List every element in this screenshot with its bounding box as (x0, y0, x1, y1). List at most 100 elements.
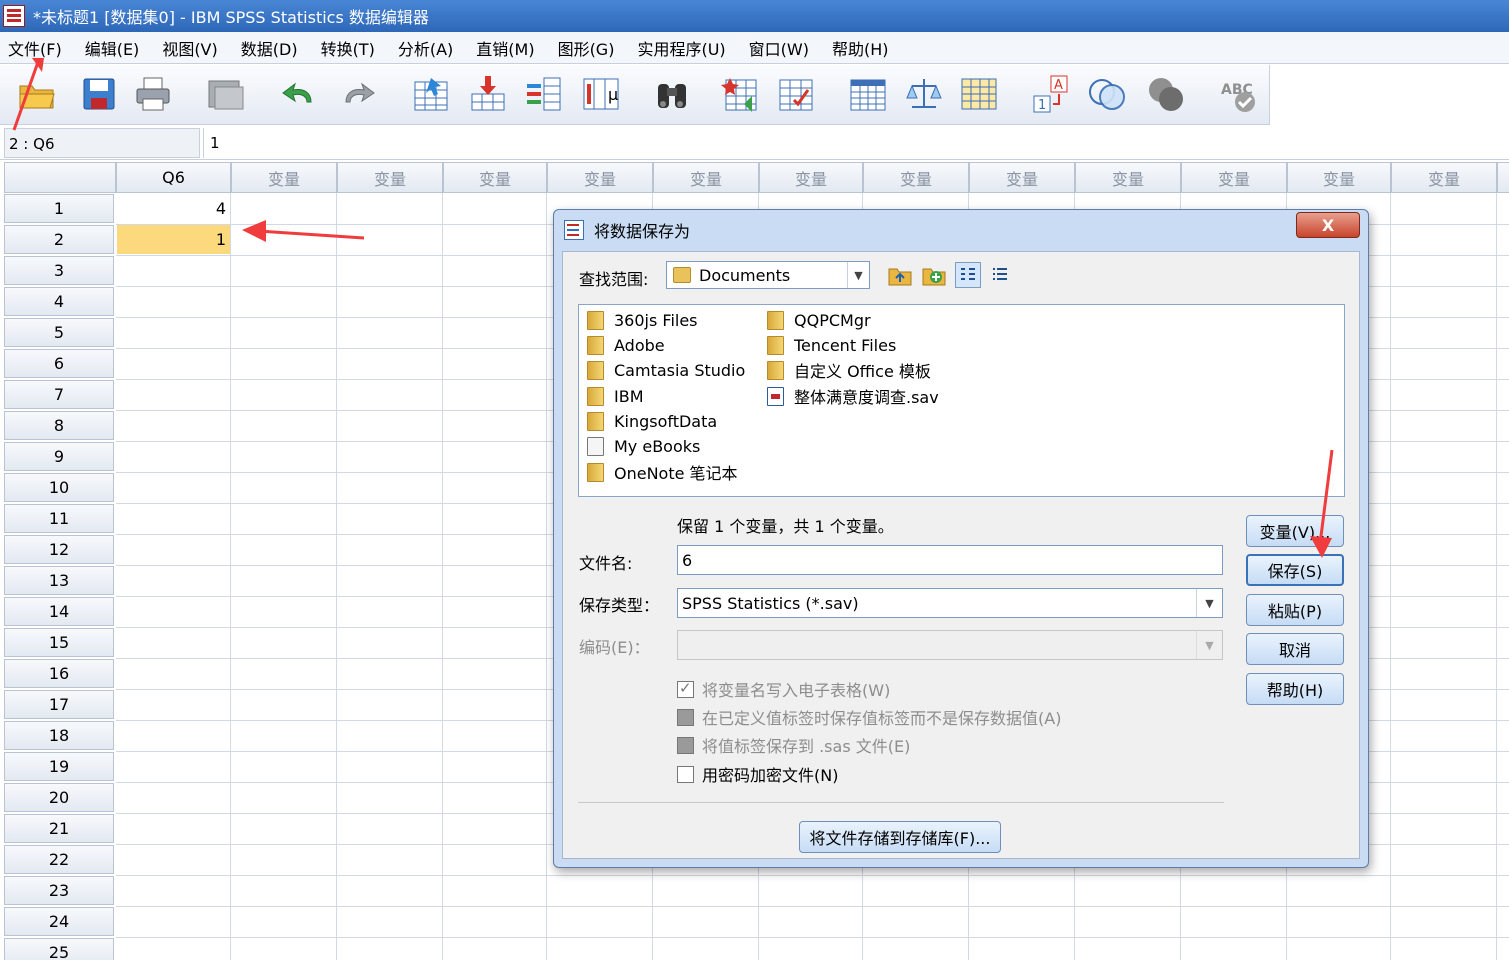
row-header[interactable]: 4 (4, 287, 114, 316)
close-button[interactable]: X (1296, 212, 1360, 238)
row-header[interactable]: 25 (4, 938, 114, 960)
look-in-select[interactable]: Documents ▼ (666, 261, 870, 289)
column-header-var[interactable]: 变量 (337, 162, 443, 193)
spell-check-icon[interactable]: ABC (1218, 73, 1260, 115)
list-item[interactable]: OneNote 笔记本 (587, 460, 738, 484)
row-header[interactable]: 17 (4, 690, 114, 719)
list-item[interactable]: IBM (587, 384, 644, 408)
row-header[interactable]: 12 (4, 535, 114, 564)
list-item[interactable]: Adobe (587, 333, 665, 357)
cancel-button[interactable]: 取消 (1246, 633, 1344, 665)
row-header[interactable]: 13 (4, 566, 114, 595)
dialog-recall-icon[interactable] (205, 73, 247, 115)
column-header-var[interactable]: 变量 (759, 162, 863, 193)
insert-cases-icon[interactable] (719, 73, 761, 115)
goto-case-icon[interactable] (410, 73, 452, 115)
column-header-var[interactable]: 变量 (1075, 162, 1181, 193)
row-header[interactable]: 10 (4, 473, 114, 502)
menu-direct-marketing[interactable]: 直销(M) (468, 36, 547, 60)
data-cell-selected[interactable]: 1 (117, 225, 230, 254)
checkbox-unchecked[interactable] (677, 765, 694, 783)
show-all-variables-icon[interactable] (1145, 73, 1187, 115)
paste-button[interactable]: 粘贴(P) (1246, 594, 1344, 626)
menu-transform[interactable]: 转换(T) (313, 36, 388, 60)
row-header[interactable]: 3 (4, 256, 114, 285)
cell-value-input[interactable]: 1 (203, 128, 1503, 158)
row-header[interactable]: 22 (4, 845, 114, 874)
variables-icon[interactable] (523, 73, 565, 115)
list-item[interactable]: 360js Files (587, 308, 698, 332)
file-list[interactable]: 360js Files Adobe Camtasia Studio IBM Ki… (578, 304, 1345, 497)
column-header-var[interactable]: 变量 (1287, 162, 1391, 193)
menu-view[interactable]: 视图(V) (154, 36, 230, 60)
menu-edit[interactable]: 编辑(E) (77, 36, 153, 60)
split-file-icon[interactable] (847, 73, 889, 115)
row-header[interactable]: 9 (4, 442, 114, 471)
save-icon[interactable] (78, 73, 120, 115)
list-item[interactable]: Tencent Files (767, 333, 896, 357)
row-header[interactable]: 5 (4, 318, 114, 347)
save-type-select[interactable]: SPSS Statistics (*.sav) ▼ (677, 588, 1223, 618)
row-header[interactable]: 6 (4, 349, 114, 378)
list-view-icon[interactable] (955, 262, 981, 288)
list-item[interactable]: 整体满意度调查.sav (767, 384, 939, 408)
chevron-down-icon[interactable]: ▼ (847, 262, 869, 288)
column-header-var[interactable]: 变量 (863, 162, 969, 193)
filename-input[interactable]: 6 (677, 545, 1223, 575)
row-header[interactable]: 2 (4, 225, 114, 254)
new-folder-icon[interactable] (921, 262, 947, 288)
row-header[interactable]: 21 (4, 814, 114, 843)
row-header[interactable]: 16 (4, 659, 114, 688)
row-header[interactable]: 24 (4, 907, 114, 936)
row-header[interactable]: 15 (4, 628, 114, 657)
use-variable-sets-icon[interactable] (1086, 73, 1128, 115)
column-header-var[interactable]: 变量 (1181, 162, 1287, 193)
menu-graphs[interactable]: 图形(G) (550, 36, 628, 60)
row-header[interactable]: 14 (4, 597, 114, 626)
data-cell[interactable]: 4 (117, 194, 230, 223)
row-header[interactable]: 7 (4, 380, 114, 409)
list-item[interactable]: Camtasia Studio (587, 358, 745, 382)
help-button[interactable]: 帮助(H) (1246, 673, 1344, 705)
menu-data[interactable]: 数据(D) (233, 36, 311, 60)
row-header[interactable]: 18 (4, 721, 114, 750)
row-header[interactable]: 11 (4, 504, 114, 533)
store-to-repository-button[interactable]: 将文件存储到存储库(F)... (799, 821, 1001, 853)
print-icon[interactable] (132, 73, 174, 115)
row-header[interactable]: 1 (4, 194, 114, 223)
chevron-down-icon[interactable]: ▼ (1196, 589, 1222, 617)
list-item[interactable]: My eBooks (587, 434, 700, 458)
column-header-var[interactable]: 变量 (547, 162, 653, 193)
run-descriptives-icon[interactable]: μ (580, 73, 622, 115)
row-header[interactable]: 19 (4, 752, 114, 781)
column-header-var[interactable]: 变量 (443, 162, 547, 193)
column-header-q6[interactable]: Q6 (116, 162, 231, 193)
goto-variable-icon[interactable] (467, 73, 509, 115)
row-header[interactable]: 23 (4, 876, 114, 905)
select-cases-icon[interactable] (958, 73, 1000, 115)
find-icon[interactable] (651, 73, 693, 115)
menu-analyze[interactable]: 分析(A) (390, 36, 466, 60)
redo-icon[interactable] (337, 73, 379, 115)
column-header-var[interactable]: 变量 (231, 162, 337, 193)
column-header-var[interactable]: 变量 (969, 162, 1075, 193)
details-view-icon[interactable] (987, 262, 1013, 288)
row-header[interactable]: 8 (4, 411, 114, 440)
undo-icon[interactable] (278, 73, 320, 115)
row-header[interactable]: 20 (4, 783, 114, 812)
encrypt-file-checkbox[interactable]: 用密码加密文件(N) (677, 762, 838, 786)
grid-corner[interactable] (4, 162, 116, 193)
list-item[interactable]: 自定义 Office 模板 (767, 358, 931, 382)
menu-help[interactable]: 帮助(H) (824, 36, 902, 60)
up-folder-icon[interactable] (887, 262, 913, 288)
column-header-var-partial[interactable] (1497, 162, 1509, 193)
list-item[interactable]: QQPCMgr (767, 308, 871, 332)
list-item[interactable]: KingsoftData (587, 409, 717, 433)
menu-utilities[interactable]: 实用程序(U) (629, 36, 738, 60)
column-header-var[interactable]: 变量 (653, 162, 759, 193)
value-labels-icon[interactable]: A1 (1030, 73, 1072, 115)
column-header-var[interactable]: 变量 (1391, 162, 1497, 193)
menu-window[interactable]: 窗口(W) (741, 36, 822, 60)
weight-cases-icon[interactable] (903, 73, 945, 115)
insert-variable-icon[interactable] (775, 73, 817, 115)
